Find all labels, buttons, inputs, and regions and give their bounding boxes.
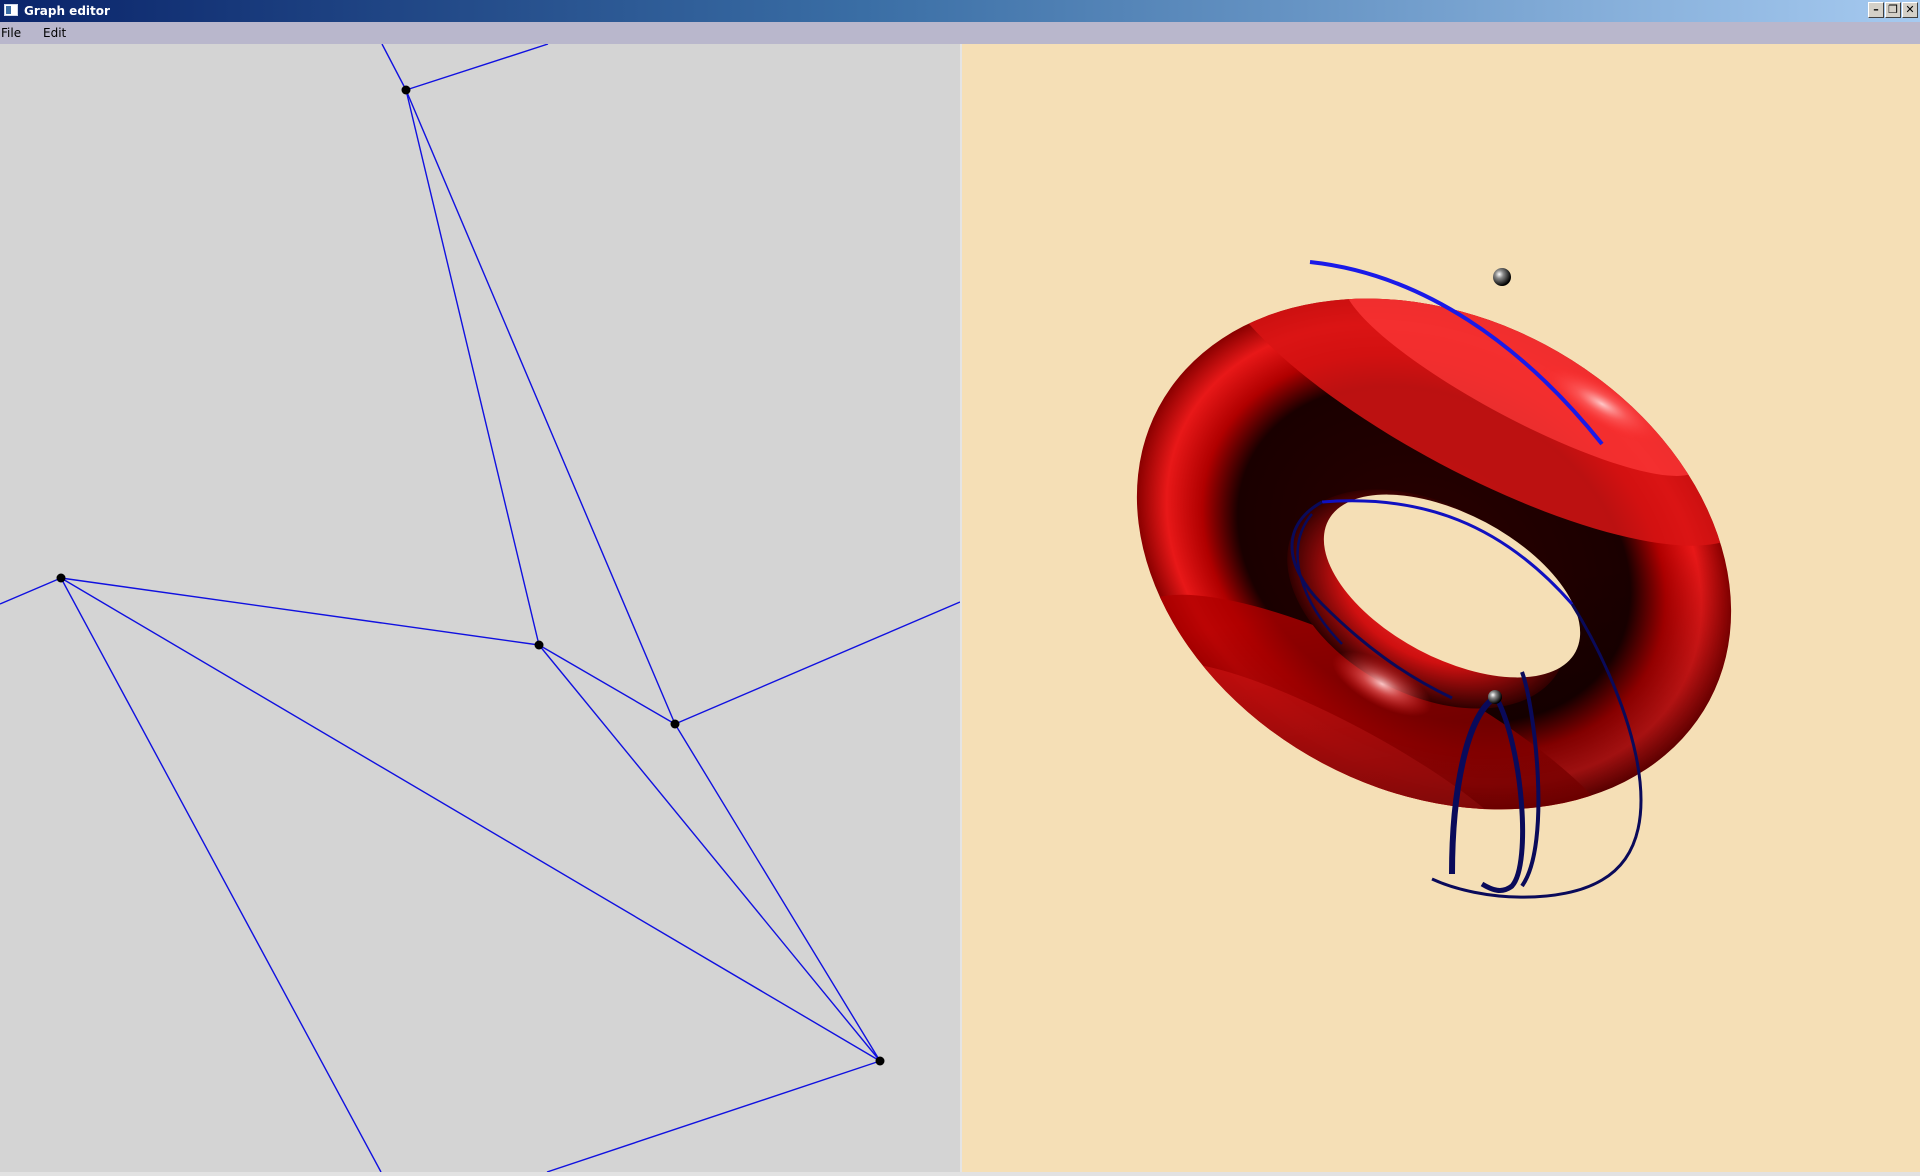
torus-3d-view[interactable] <box>962 44 1920 1172</box>
graph-vertex[interactable] <box>670 719 680 729</box>
torus-rendering[interactable] <box>962 44 1920 1172</box>
graph-edge[interactable] <box>405 44 549 91</box>
torus-surface <box>1131 222 1751 894</box>
graph-edge[interactable] <box>538 644 676 725</box>
graph-edge[interactable] <box>60 577 382 1172</box>
menu-edit[interactable]: Edit <box>43 25 66 41</box>
graph-edge[interactable] <box>405 89 540 646</box>
graph-edge[interactable] <box>60 577 881 1062</box>
graph-edge[interactable] <box>674 723 881 1062</box>
minimize-button[interactable]: – <box>1868 2 1884 18</box>
restore-button[interactable]: ❐ <box>1885 2 1901 18</box>
graph-edge[interactable] <box>0 577 62 605</box>
graph-canvas[interactable] <box>0 44 960 1172</box>
graph-edge[interactable] <box>405 89 676 725</box>
graph-edge[interactable] <box>60 577 540 646</box>
window-title: Graph editor <box>24 4 110 18</box>
menu-bar: File Edit <box>0 22 1920 44</box>
graph-vertex[interactable] <box>875 1056 885 1066</box>
graph-editor-window: Graph editor – ❐ ✕ File Edit <box>0 0 1920 1176</box>
title-bar[interactable]: Graph editor – ❐ ✕ <box>0 0 1920 22</box>
torus-vertex-sphere[interactable] <box>1493 268 1511 286</box>
menu-file[interactable]: File <box>1 25 21 41</box>
graph-edge[interactable] <box>546 1060 881 1172</box>
graph-vertex[interactable] <box>401 85 411 95</box>
graph-drawing[interactable] <box>0 44 960 1172</box>
window-app-icon[interactable] <box>4 4 18 16</box>
torus-vertex-sphere[interactable] <box>1488 690 1502 704</box>
graph-edge[interactable] <box>538 644 881 1062</box>
close-button[interactable]: ✕ <box>1902 2 1918 18</box>
status-strip <box>0 1172 1920 1176</box>
graph-vertex[interactable] <box>56 573 66 583</box>
graph-edge[interactable] <box>381 44 407 91</box>
graph-vertex[interactable] <box>534 640 544 650</box>
graph-edge[interactable] <box>674 601 960 725</box>
